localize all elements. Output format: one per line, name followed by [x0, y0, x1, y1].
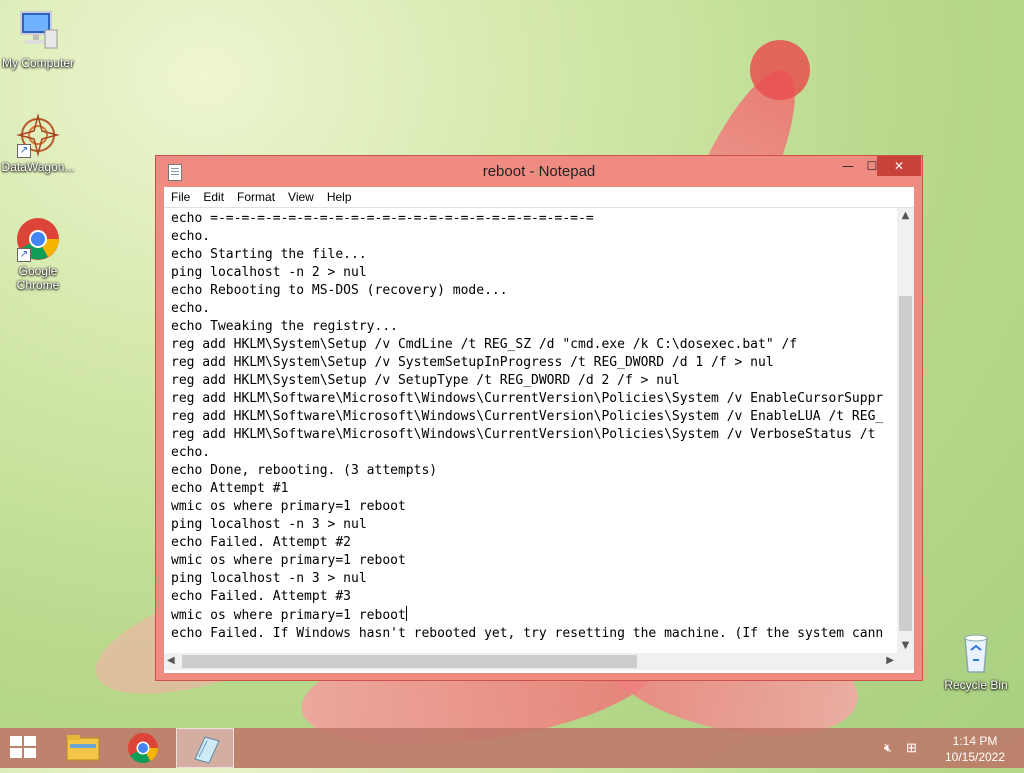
editor-line[interactable]: echo Failed. Attempt #3 — [171, 589, 351, 604]
notepad-window: reboot - Notepad — ☐ ✕ File Edit Format … — [155, 155, 923, 681]
recycle-bin-icon — [953, 630, 999, 676]
menu-edit[interactable]: Edit — [196, 187, 230, 207]
scroll-up-arrow-icon[interactable]: ▲ — [897, 210, 914, 221]
desktop-icon-google-chrome[interactable]: ↗ Google Chrome — [0, 216, 76, 292]
folder-icon — [66, 735, 100, 761]
vertical-scroll-thumb[interactable] — [899, 296, 912, 631]
shortcut-arrow-icon: ↗ — [17, 248, 31, 262]
editor-line[interactable]: reg add HKLM\System\Setup /v SystemSetup… — [171, 355, 774, 370]
text-caret — [405, 606, 407, 621]
desktop-icon-label: My Computer — [1, 56, 75, 70]
editor-line[interactable]: echo Failed. If Windows hasn't rebooted … — [171, 626, 883, 641]
desktop-icon-label: DataWagon... — [1, 160, 75, 174]
editor-line[interactable]: reg add HKLM\Software\Microsoft\Windows\… — [171, 427, 875, 442]
datawagon-icon: ↗ — [15, 112, 61, 158]
text-editor[interactable]: echo =-=-=-=-=-=-=-=-=-=-=-=-=-=-=-=-=-=… — [164, 208, 897, 653]
editor-line[interactable]: echo Attempt #1 — [171, 481, 288, 496]
scroll-down-arrow-icon[interactable]: ▼ — [897, 640, 914, 651]
system-tray: 🔇︎ ⊞ 1:14 PM 10/15/2022 — [884, 728, 1024, 768]
clock[interactable]: 1:14 PM 10/15/2022 — [940, 733, 1010, 765]
notepad-icon — [194, 736, 220, 764]
windows-logo-icon — [24, 736, 36, 746]
desktop-icon-my-computer[interactable]: My Computer — [0, 8, 76, 70]
editor-line[interactable]: ping localhost -n 2 > nul — [171, 265, 367, 280]
editor-line[interactable]: echo Starting the file... — [171, 247, 367, 262]
windows-logo-icon — [10, 736, 22, 746]
desktop-icon-label: Google Chrome — [16, 264, 60, 292]
start-button[interactable] — [10, 736, 38, 760]
editor-line[interactable]: echo Rebooting to MS-DOS (recovery) mode… — [171, 283, 508, 298]
speaker-muted-icon[interactable]: 🔇︎ — [884, 740, 892, 756]
taskbar-chrome[interactable] — [114, 728, 172, 768]
editor-line[interactable]: echo Done, rebooting. (3 attempts) — [171, 463, 437, 478]
desktop-icon-label: Recycle Bin — [944, 678, 1008, 692]
editor-line[interactable]: reg add HKLM\System\Setup /v CmdLine /t … — [171, 337, 797, 352]
menu-format[interactable]: Format — [230, 187, 281, 207]
editor-line[interactable]: wmic os where primary=1 reboot — [171, 553, 406, 568]
menu-view[interactable]: View — [281, 187, 320, 207]
editor-line[interactable]: wmic os where primary=1 reboot — [171, 608, 406, 623]
scrollbar-corner — [897, 653, 914, 670]
chrome-icon: ↗ — [15, 216, 61, 262]
clock-time: 1:14 PM — [952, 734, 998, 748]
editor-line[interactable]: ping localhost -n 3 > nul — [171, 571, 367, 586]
computer-icon — [15, 8, 61, 54]
shortcut-arrow-icon: ↗ — [17, 144, 31, 158]
chrome-icon — [128, 733, 158, 764]
editor-line[interactable]: wmic os where primary=1 reboot — [171, 499, 406, 514]
editor-content[interactable]: echo =-=-=-=-=-=-=-=-=-=-=-=-=-=-=-=-=-=… — [164, 208, 897, 643]
windows-logo-icon — [10, 748, 22, 758]
editor-line[interactable]: reg add HKLM\Software\Microsoft\Windows\… — [171, 391, 883, 406]
taskbar-file-explorer[interactable] — [54, 728, 112, 768]
editor-line[interactable]: echo Failed. Attempt #2 — [171, 535, 351, 550]
taskbar: 🔇︎ ⊞ 1:14 PM 10/15/2022 — [0, 728, 1024, 768]
wallpaper-flower-tip — [750, 40, 810, 100]
editor-line[interactable]: reg add HKLM\System\Setup /v SetupType /… — [171, 373, 680, 388]
editor-line[interactable]: echo Tweaking the registry... — [171, 319, 398, 334]
editor-line[interactable]: echo. — [171, 229, 210, 244]
editor-line[interactable]: echo =-=-=-=-=-=-=-=-=-=-=-=-=-=-=-=-=-=… — [171, 211, 594, 226]
horizontal-scroll-thumb[interactable] — [182, 655, 637, 668]
window-title: reboot - Notepad — [482, 163, 596, 180]
editor-line[interactable]: ping localhost -n 3 > nul — [171, 517, 367, 532]
taskbar-notepad[interactable] — [176, 728, 234, 768]
close-button[interactable]: ✕ — [877, 156, 921, 176]
horizontal-scrollbar[interactable]: ◀ ▶ — [164, 653, 897, 670]
scroll-left-arrow-icon[interactable]: ◀ — [167, 655, 175, 666]
scroll-right-arrow-icon[interactable]: ▶ — [886, 655, 894, 666]
network-icon[interactable]: ⊞ — [906, 740, 917, 756]
editor-line[interactable]: echo. — [171, 445, 210, 460]
title-bar[interactable]: reboot - Notepad — ☐ ✕ — [156, 156, 922, 188]
desktop-icon-datawagon[interactable]: ↗ DataWagon... — [0, 112, 76, 174]
windows-logo-icon — [24, 748, 36, 758]
vertical-scrollbar[interactable]: ▲ ▼ — [897, 208, 914, 653]
notepad-client-area: File Edit Format View Help echo =-=-=-=-… — [164, 187, 914, 673]
editor-line[interactable]: echo. — [171, 301, 210, 316]
menu-file[interactable]: File — [164, 187, 196, 207]
desktop-icon-recycle-bin[interactable]: Recycle Bin — [938, 630, 1014, 692]
menu-bar: File Edit Format View Help — [164, 187, 914, 208]
editor-line[interactable]: reg add HKLM\Software\Microsoft\Windows\… — [171, 409, 883, 424]
menu-help[interactable]: Help — [320, 187, 358, 207]
clock-date: 10/15/2022 — [944, 750, 1006, 764]
